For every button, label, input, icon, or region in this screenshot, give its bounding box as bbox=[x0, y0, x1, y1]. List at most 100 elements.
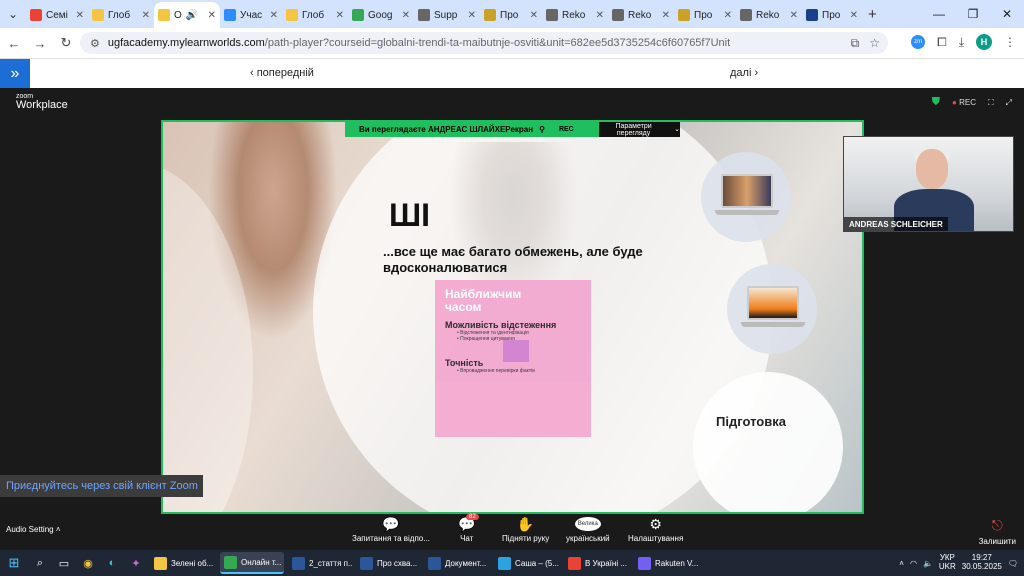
raise-hand-button[interactable]: ✋ Підняти руку bbox=[502, 517, 549, 543]
browser-toolbar: ← → ↻ ⚙ ugfacademy.mylearnworlds.com/pat… bbox=[0, 28, 1024, 58]
browser-tab[interactable]: Про ✕ bbox=[802, 2, 862, 28]
browser-tab[interactable]: Глоб ✕ bbox=[88, 2, 154, 28]
taskbar-app[interactable]: В Україні ... bbox=[564, 552, 630, 574]
shared-screen: Ви переглядаєте АНДРЕАС ШЛАЙХЕРекран ⚲ R… bbox=[161, 120, 864, 514]
tab-close-icon[interactable]: ✕ bbox=[208, 10, 216, 21]
new-tab-plus-icon[interactable]: + bbox=[868, 6, 877, 23]
telegram-icon bbox=[498, 556, 511, 570]
chat-button[interactable]: 💬 82 Чат bbox=[458, 514, 479, 543]
clock[interactable]: 19:27 30.05.2025 bbox=[962, 553, 1002, 572]
browser-tab[interactable]: Про ✕ bbox=[674, 2, 736, 28]
zoom-status-area: ⛊ ● REC ⛶ ⤢ bbox=[932, 96, 1012, 109]
gmail-icon bbox=[30, 9, 42, 21]
globe-icon bbox=[546, 9, 558, 21]
tab-audio-icon[interactable]: 🔊 bbox=[186, 10, 198, 21]
speaker-face bbox=[916, 149, 948, 189]
view-options-button[interactable]: Параметри перегляду ⌄ bbox=[599, 122, 680, 137]
volume-icon[interactable]: 🔈 bbox=[923, 559, 933, 568]
share-pin-icon: ⚲ bbox=[539, 125, 545, 134]
settings-label: Налаштування bbox=[628, 534, 684, 543]
viber-icon bbox=[638, 556, 651, 570]
tab-close-icon[interactable]: ✕ bbox=[596, 10, 604, 21]
file-explorer-icon bbox=[154, 556, 167, 570]
tab-close-icon[interactable]: ✕ bbox=[402, 10, 410, 21]
chrome-pinned-icon[interactable]: ◉ bbox=[77, 552, 99, 574]
leave-button[interactable]: ⎋ Залишити bbox=[979, 517, 1016, 546]
taskbar-app[interactable]: Rakuten V... bbox=[634, 552, 700, 574]
browser-tab[interactable]: Семі ✕ bbox=[26, 2, 88, 28]
browser-tab[interactable]: Reko ✕ bbox=[736, 2, 802, 28]
zoom-extension-icon[interactable]: zm bbox=[911, 35, 926, 49]
edge-icon[interactable]: ◐ bbox=[101, 552, 123, 574]
wifi-icon[interactable]: ◠ bbox=[910, 559, 917, 568]
hand-icon: ✋ bbox=[516, 516, 535, 532]
encryption-shield-icon[interactable]: ⛊ bbox=[932, 96, 940, 109]
browser-tab[interactable]: Глоб ✕ bbox=[282, 2, 348, 28]
qa-button[interactable]: 💬 Запитання та відпо... bbox=[352, 517, 430, 543]
profile-avatar[interactable]: H bbox=[976, 34, 992, 50]
google-icon bbox=[352, 9, 364, 21]
browser-tab[interactable]: Goog ✕ bbox=[348, 2, 414, 28]
tab-label: Глоб bbox=[108, 9, 131, 21]
tab-search-chevron-icon[interactable]: ⌄ bbox=[0, 0, 26, 28]
previous-link[interactable]: ‹ попередній bbox=[250, 67, 314, 79]
browser-tab[interactable]: Reko ✕ bbox=[542, 2, 608, 28]
taskbar-app[interactable]: Зелені об... bbox=[150, 552, 216, 574]
expand-sidebar-icon[interactable]: » bbox=[0, 59, 30, 89]
translate-icon[interactable]: ⧉ bbox=[851, 36, 860, 51]
tab-close-icon[interactable]: ✕ bbox=[76, 10, 84, 21]
tab-close-icon[interactable]: ✕ bbox=[468, 10, 476, 21]
laptop-screen bbox=[721, 174, 773, 208]
copilot-icon[interactable]: ✦ bbox=[125, 552, 147, 574]
forward-arrow-icon[interactable]: → bbox=[28, 36, 52, 51]
next-link[interactable]: далі › bbox=[730, 67, 758, 79]
tab-close-icon[interactable]: ✕ bbox=[270, 10, 278, 21]
language-interpretation-button[interactable]: Велика український bbox=[566, 517, 610, 543]
address-bar[interactable]: ⚙ ugfacademy.mylearnworlds.com/path-play… bbox=[80, 32, 888, 54]
site-info-icon[interactable]: ⚙ bbox=[90, 37, 100, 50]
extensions-puzzle-icon[interactable]: ⧠ bbox=[937, 35, 947, 50]
tab-close-icon[interactable]: ✕ bbox=[850, 10, 858, 21]
speaker-video-tile[interactable]: ANDREAS SCHLEICHER bbox=[843, 136, 1014, 232]
tray-chevron-icon[interactable]: ˄ bbox=[899, 559, 904, 568]
notification-icon[interactable]: 🗨 bbox=[1008, 559, 1018, 568]
taskbar-app[interactable]: Про схва... bbox=[356, 552, 420, 574]
download-icon[interactable]: ⤓ bbox=[959, 35, 964, 50]
browser-tab[interactable]: Про ✕ bbox=[480, 2, 542, 28]
browser-tab[interactable]: Supp ✕ bbox=[414, 2, 480, 28]
audio-setting-button[interactable]: Audio Setting ˄ bbox=[6, 525, 61, 534]
minimize-icon[interactable]: — bbox=[922, 0, 956, 28]
settings-button[interactable]: ⚙ Налаштування bbox=[628, 517, 683, 543]
tab-label: Goog bbox=[368, 9, 393, 21]
bookmark-star-icon[interactable]: ☆ bbox=[869, 36, 880, 51]
tab-close-icon[interactable]: ✕ bbox=[142, 10, 150, 21]
windows-start-icon[interactable]: ⊞ bbox=[0, 550, 28, 576]
task-view-icon[interactable]: ▭ bbox=[53, 552, 75, 574]
tab-close-icon[interactable]: ✕ bbox=[724, 10, 732, 21]
taskbar-app-label: В Україні ... bbox=[585, 558, 627, 568]
tab-close-icon[interactable]: ✕ bbox=[662, 10, 670, 21]
view-options-chevron-icon: ⌄ bbox=[674, 126, 680, 133]
keyboard-language[interactable]: УКР UKR bbox=[939, 553, 956, 572]
tab-close-icon[interactable]: ✕ bbox=[790, 10, 798, 21]
taskbar-app[interactable]: Документ... bbox=[424, 552, 490, 574]
fullscreen-icon[interactable]: ⤢ bbox=[1006, 98, 1012, 108]
search-icon[interactable]: ⌕ bbox=[29, 552, 51, 574]
kebab-menu-icon[interactable]: ⋮ bbox=[1004, 35, 1016, 49]
browser-tab[interactable]: Учас ✕ bbox=[220, 2, 282, 28]
pop-out-icon[interactable]: ⛶ bbox=[988, 98, 994, 108]
extension-icons: zm ⧠ ⤓ H ⋮ bbox=[911, 34, 1016, 50]
back-arrow-icon[interactable]: ← bbox=[2, 36, 26, 51]
maximize-icon[interactable]: ❐ bbox=[956, 0, 990, 28]
taskbar-app[interactable]: 2_стаття п... bbox=[288, 552, 352, 574]
tab-close-icon[interactable]: ✕ bbox=[530, 10, 538, 21]
taskbar-app[interactable]: Онлайн т... bbox=[220, 552, 284, 574]
taskbar-app[interactable]: Саша – (5... bbox=[494, 552, 560, 574]
reload-icon[interactable]: ↻ bbox=[54, 35, 78, 51]
tab-close-icon[interactable]: ✕ bbox=[336, 10, 344, 21]
browser-tab[interactable]: О 🔊 ✕ bbox=[154, 2, 220, 28]
browser-tab-strip: ⌄ Семі ✕ Глоб ✕ О 🔊 ✕ Учас ✕ Глоб ✕ Goog ✕ Supp ✕ Про ✕ R… bbox=[0, 0, 1024, 28]
browser-tab[interactable]: Reko ✕ bbox=[608, 2, 674, 28]
close-window-icon[interactable]: ✕ bbox=[990, 0, 1024, 28]
join-via-client-link[interactable]: Приєднуйтесь через свій клієнт Zoom bbox=[0, 475, 203, 497]
